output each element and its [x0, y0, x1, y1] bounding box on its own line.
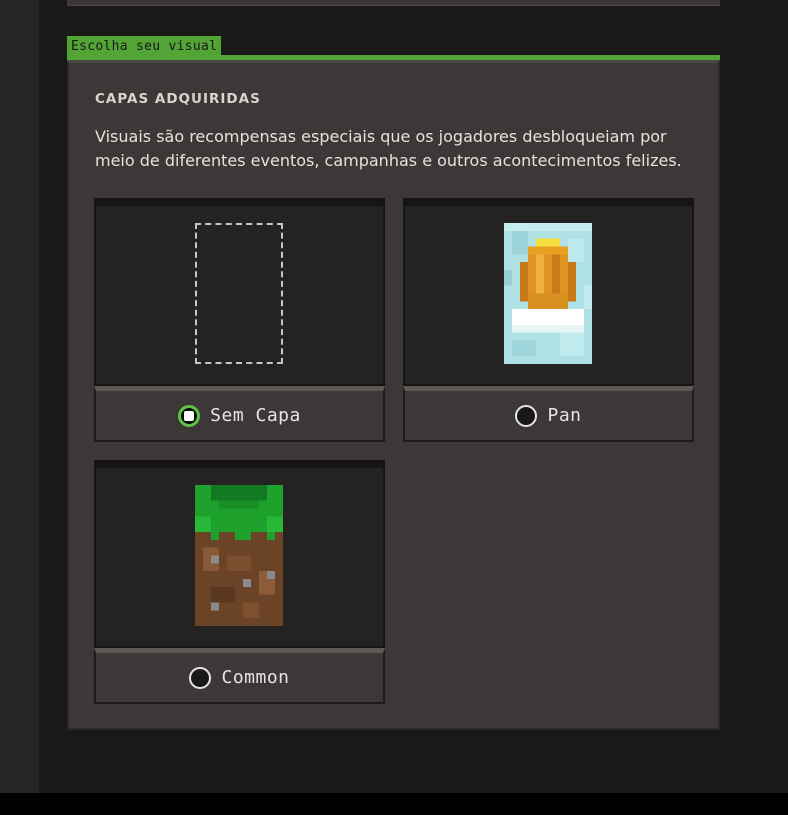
cape-card-pan: Pan — [403, 198, 694, 442]
previous-panel-edge — [67, 0, 720, 6]
empty-cape-placeholder-icon — [195, 223, 283, 364]
radio-selected-icon[interactable] — [178, 404, 201, 427]
cape-option-common[interactable]: Common — [94, 648, 385, 704]
cape-preview — [403, 198, 694, 386]
radio-unselected-icon[interactable] — [515, 404, 538, 427]
section-description: Visuais são recompensas especiais que os… — [95, 127, 682, 170]
cape-card-common: Common — [94, 460, 385, 704]
cape-option-sem-capa[interactable]: Sem Capa — [94, 386, 385, 442]
left-rail — [0, 0, 39, 793]
section-title: CAPAS ADQUIRIDAS — [95, 91, 261, 107]
pan-cape-icon — [504, 223, 592, 364]
cape-option-label: Common — [221, 667, 290, 688]
cape-option-label: Pan — [547, 405, 582, 426]
common-grass-cape-icon — [195, 485, 283, 626]
cape-option-label: Sem Capa — [210, 405, 301, 426]
capes-panel: CAPAS ADQUIRIDAS Visuais são recompensas… — [67, 60, 720, 730]
cape-preview — [94, 198, 385, 386]
cape-option-pan[interactable]: Pan — [403, 386, 694, 442]
cape-preview — [94, 460, 385, 648]
radio-unselected-icon[interactable] — [189, 666, 212, 689]
cape-card-sem-capa: Sem Capa — [94, 198, 385, 442]
